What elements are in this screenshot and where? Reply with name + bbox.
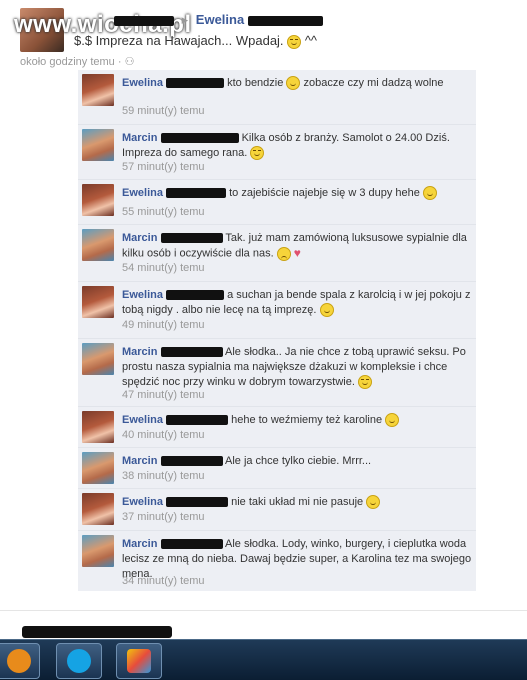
- comment-text: Marcin Kilka osób z branży. Samolot o 24…: [122, 132, 450, 161]
- commenter-avatar[interactable]: [82, 493, 114, 525]
- comment: Ewelina a suchan ja bende spala z karolc…: [78, 282, 476, 339]
- redacted-surname: [166, 290, 225, 301]
- commenter-avatar[interactable]: [82, 286, 114, 318]
- arrow-icon: ▸: [181, 12, 189, 27]
- comment-time[interactable]: 34 minut(y) temu: [122, 575, 205, 587]
- redacted-surname: [166, 78, 225, 89]
- comment-time[interactable]: 54 minut(y) temu: [122, 262, 205, 274]
- redacted-surname: [160, 539, 223, 550]
- comment: Ewelina to zajebiście najebje się w 3 du…: [78, 180, 476, 225]
- skype-icon: [67, 649, 91, 673]
- redacted-surname: [160, 347, 223, 358]
- redacted-surname: [160, 456, 223, 467]
- wink-emoji-icon: [357, 375, 372, 390]
- comment-text: Ewelina hehe to weźmiemy też karoline: [122, 413, 472, 428]
- post-timestamp[interactable]: około godziny temu · ⚇: [20, 55, 134, 68]
- taskbar-button[interactable]: [56, 643, 102, 679]
- commenter-name[interactable]: Ewelina: [122, 496, 163, 508]
- heart-emoji-icon: ♥: [293, 246, 301, 260]
- comment-time[interactable]: 40 minut(y) temu: [122, 429, 205, 441]
- redacted-name: [114, 15, 174, 26]
- taskbar: [0, 639, 527, 680]
- sad-emoji-icon: [276, 246, 291, 261]
- commenter-name[interactable]: Ewelina: [122, 187, 163, 199]
- comment: Marcin Kilka osób z branży. Samolot o 24…: [78, 125, 476, 180]
- commenter-name[interactable]: Ewelina: [122, 77, 163, 89]
- commenter-name[interactable]: Marcin: [122, 455, 157, 467]
- redacted-surname: [160, 233, 223, 244]
- smile-emoji-icon: [385, 413, 400, 428]
- redacted-surname: [166, 497, 229, 508]
- taskbar-button[interactable]: [116, 643, 162, 679]
- redacted-surname: [166, 188, 227, 199]
- commenter-avatar[interactable]: [82, 229, 114, 261]
- smile-emoji-icon: [319, 303, 334, 318]
- post-text: $.$ Impreza na Hawajach... Wpadaj. ^^: [74, 33, 317, 49]
- comment-text: Ewelina to zajebiście najebje się w 3 du…: [122, 186, 472, 201]
- comment-text: Ewelina kto bendzie zobacze czy mi dadzą…: [122, 76, 444, 91]
- comment-text: Ewelina nie taki układ mi nie pasuje: [122, 495, 472, 510]
- comment-time[interactable]: 38 minut(y) temu: [122, 470, 205, 482]
- paint-icon: [127, 649, 151, 673]
- commenter-name[interactable]: Marcin: [122, 538, 157, 550]
- commenter-avatar[interactable]: [82, 452, 114, 484]
- comment: Marcin Ale słodka. Lody, winko, burgery,…: [78, 531, 476, 591]
- divider: [0, 610, 527, 611]
- smile-emoji-icon: [286, 76, 301, 91]
- smile-emoji-icon: [422, 186, 437, 201]
- commenter-name[interactable]: Marcin: [122, 232, 157, 244]
- wink-emoji-icon: [287, 34, 302, 49]
- commenter-name[interactable]: Marcin: [122, 346, 157, 358]
- comment: Ewelina nie taki układ mi nie pasuje 37 …: [78, 489, 476, 531]
- redacted-surname: [160, 133, 239, 144]
- post-tail: ^^: [304, 33, 318, 48]
- comment-time[interactable]: 57 minut(y) temu: [122, 161, 205, 173]
- comment-time[interactable]: 55 minut(y) temu: [122, 206, 205, 218]
- comment-text: Marcin Ale słodka.. Ja nie chce z tobą u…: [122, 346, 466, 390]
- commenter-name[interactable]: Marcin: [122, 132, 157, 144]
- post-author-line: ▸ Ewelina: [74, 12, 323, 28]
- post-recipient-name[interactable]: Ewelina: [196, 12, 244, 27]
- taskbar-button[interactable]: [0, 643, 40, 679]
- commenter-name[interactable]: Ewelina: [122, 289, 163, 301]
- post-header: www.wiocha.pl ▸ Ewelina $.$ Impreza na H…: [0, 0, 527, 68]
- commenter-name[interactable]: Ewelina: [122, 414, 163, 426]
- commenter-avatar[interactable]: [82, 343, 114, 375]
- commenter-avatar[interactable]: [82, 129, 114, 161]
- redacted-surname: [247, 15, 323, 26]
- comment-time[interactable]: 37 minut(y) temu: [122, 511, 205, 523]
- comment: Ewelina hehe to weźmiemy też karoline 40…: [78, 407, 476, 448]
- comment-text: Marcin Ale ja chce tylko ciebie. Mrrr...: [122, 455, 372, 467]
- comment-time[interactable]: 59 minut(y) temu: [122, 104, 472, 119]
- comment: Ewelina kto bendzie zobacze czy mi dadzą…: [78, 70, 476, 125]
- comment: Marcin Tak. już mam zamówioną luksusowe …: [78, 225, 476, 282]
- smile-emoji-icon: [366, 495, 381, 510]
- commenter-avatar[interactable]: [82, 411, 114, 443]
- commenter-avatar[interactable]: [82, 184, 114, 216]
- commenter-avatar[interactable]: [82, 535, 114, 567]
- comment-text: Marcin Tak. już mam zamówioną luksusowe …: [122, 232, 467, 261]
- post-body: $.$ Impreza na Hawajach... Wpadaj.: [74, 33, 284, 48]
- redacted-surname: [166, 415, 229, 426]
- redacted-text: [22, 626, 172, 638]
- media-player-icon: [7, 649, 31, 673]
- audience-icon: · ⚇: [117, 56, 135, 68]
- commenter-avatar[interactable]: [82, 74, 114, 106]
- comment-thread: Ewelina kto bendzie zobacze czy mi dadzą…: [78, 70, 476, 591]
- comment-text: Ewelina a suchan ja bende spala z karolc…: [122, 289, 471, 318]
- comment: Marcin Ale ja chce tylko ciebie. Mrrr...…: [78, 448, 476, 489]
- wink-emoji-icon: [250, 146, 265, 161]
- comment: Marcin Ale słodka.. Ja nie chce z tobą u…: [78, 339, 476, 407]
- comment-time[interactable]: 47 minut(y) temu: [122, 389, 205, 401]
- comment-time[interactable]: 49 minut(y) temu: [122, 319, 205, 331]
